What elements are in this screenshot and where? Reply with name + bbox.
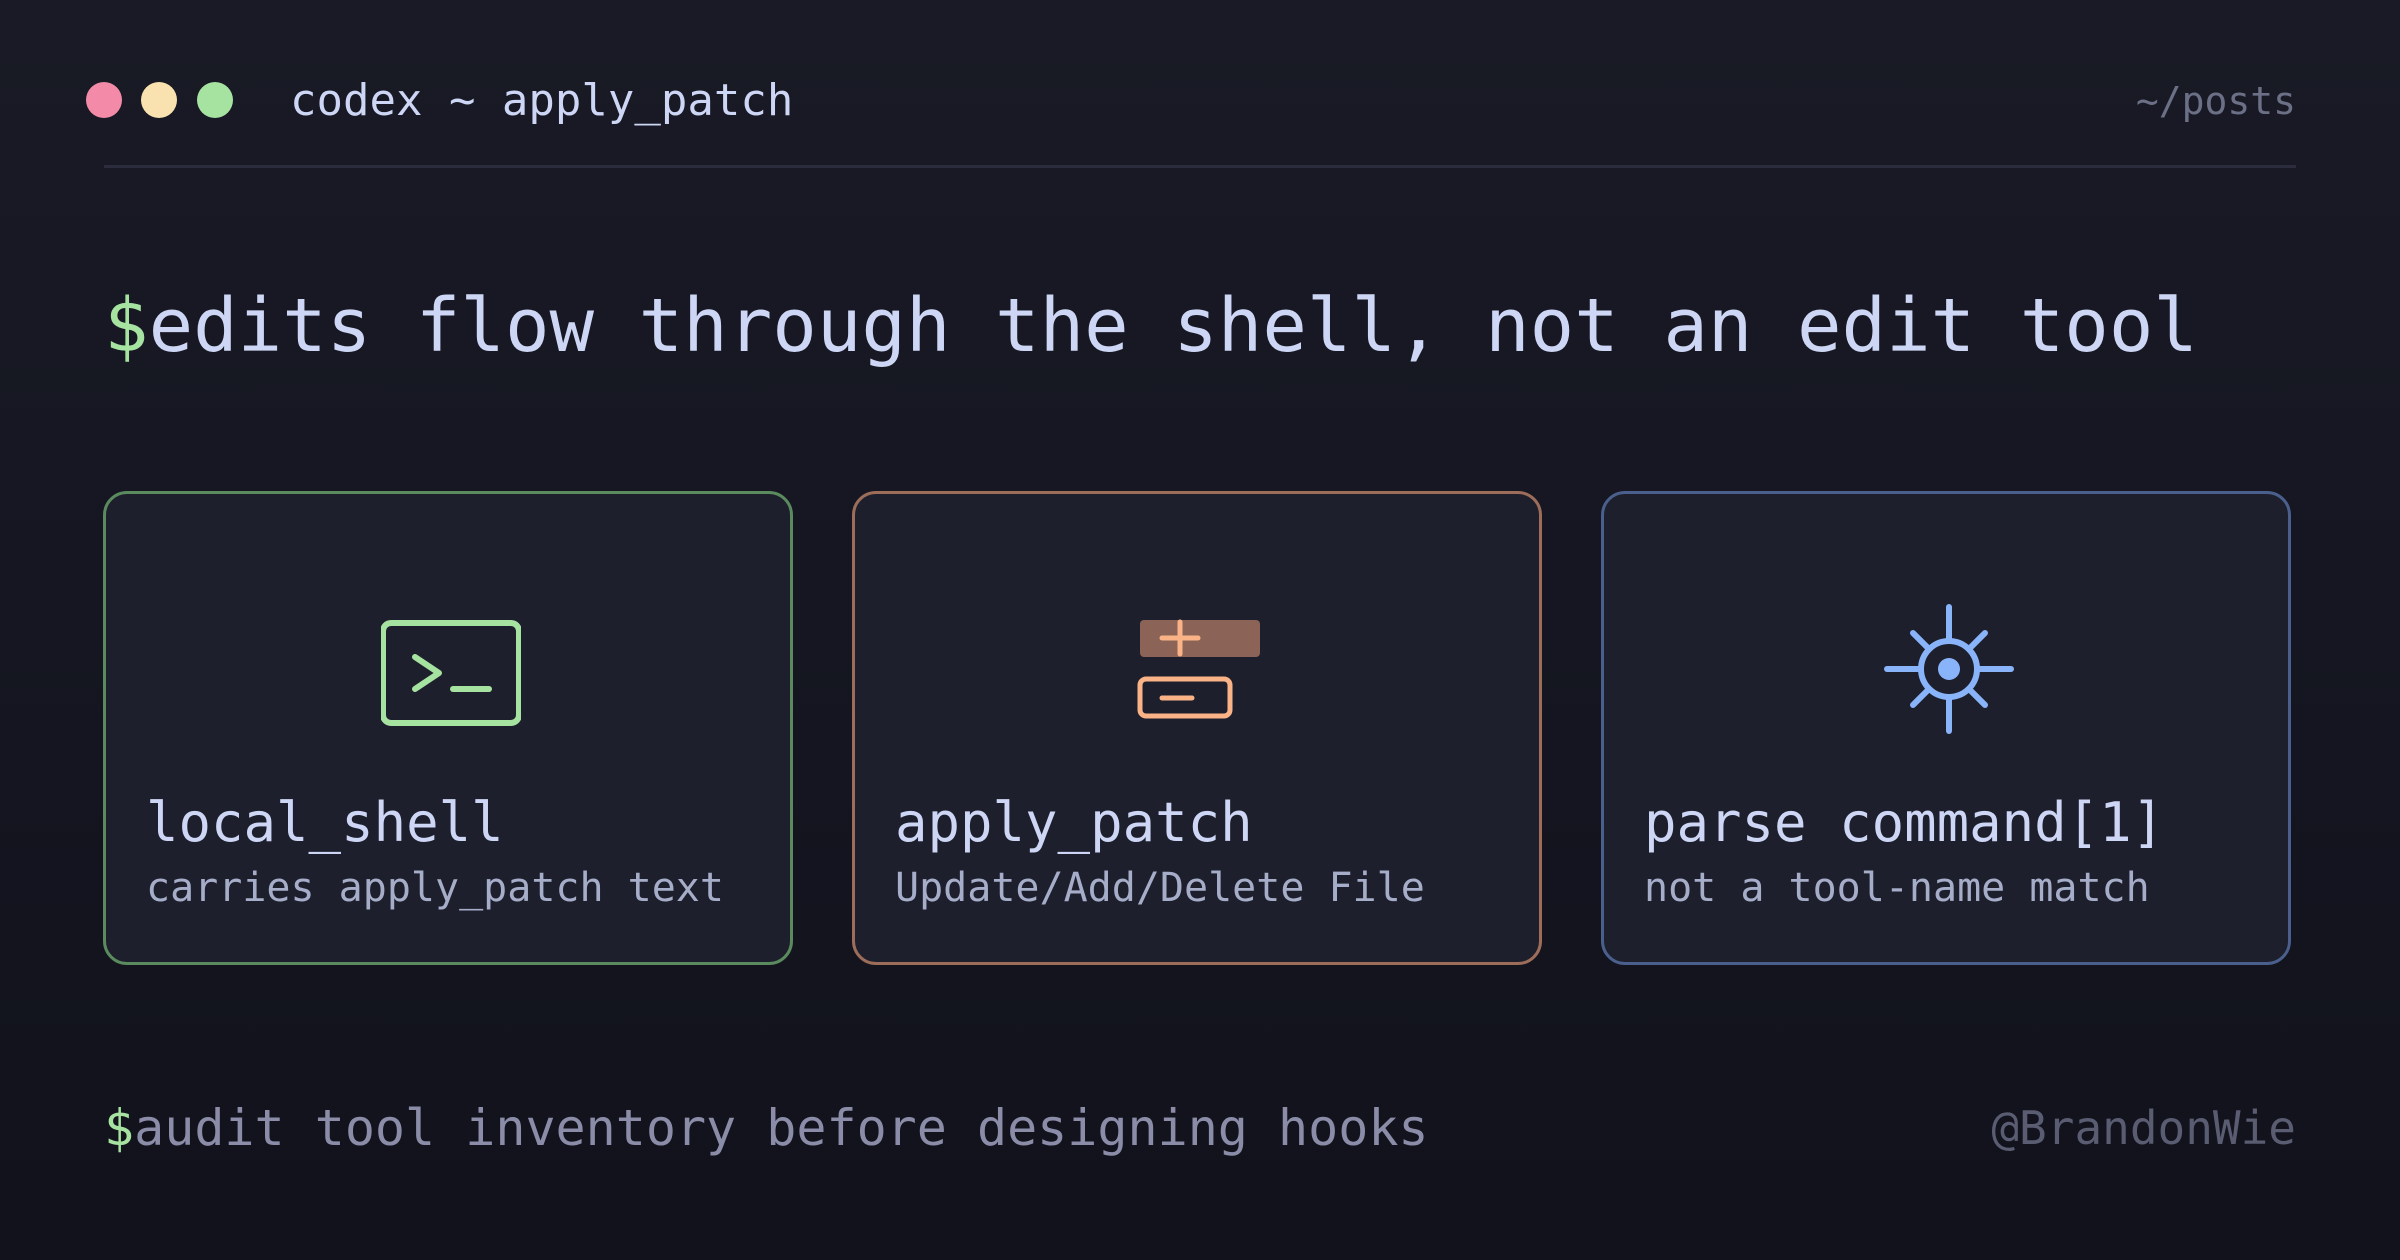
footer-command: $audit tool inventory before designing h… bbox=[104, 1096, 1429, 1160]
footer-prompt: $ bbox=[104, 1099, 135, 1157]
path-label: ~/posts bbox=[2135, 79, 2296, 123]
minimize-window-button[interactable] bbox=[141, 82, 177, 118]
footer-text: audit tool inventory before designing ho… bbox=[134, 1099, 1429, 1157]
card-parse-command: parse command[1] not a tool-name match bbox=[1601, 491, 2291, 965]
card-title: local_shell bbox=[146, 791, 504, 854]
headline-prompt: $ bbox=[104, 283, 149, 369]
maximize-window-button[interactable] bbox=[197, 82, 233, 118]
close-window-button[interactable] bbox=[86, 82, 122, 118]
header-divider bbox=[104, 165, 2296, 168]
card-title: parse command[1] bbox=[1644, 791, 2165, 854]
page-headline: $edits flow through the shell, not an ed… bbox=[104, 276, 2198, 376]
title-bar: codex ~ apply_patch ~/posts bbox=[86, 70, 2296, 132]
diff-icon bbox=[1137, 619, 1260, 719]
gear-icon bbox=[1884, 604, 2014, 734]
card-local-shell: local_shell carries apply_patch text bbox=[103, 491, 793, 965]
card-subtitle: carries apply_patch text bbox=[146, 865, 724, 911]
card-subtitle: Update/Add/Delete File bbox=[895, 865, 1425, 911]
author-handle: @BrandonWie bbox=[1991, 1101, 2296, 1155]
card-title: apply_patch bbox=[895, 791, 1253, 854]
window-title: codex ~ apply_patch bbox=[290, 75, 794, 126]
terminal-icon bbox=[381, 620, 521, 726]
card-subtitle: not a tool-name match bbox=[1644, 865, 2150, 911]
card-apply-patch: apply_patch Update/Add/Delete File bbox=[852, 491, 1542, 965]
headline-text: edits flow through the shell, not an edi… bbox=[148, 283, 2198, 369]
